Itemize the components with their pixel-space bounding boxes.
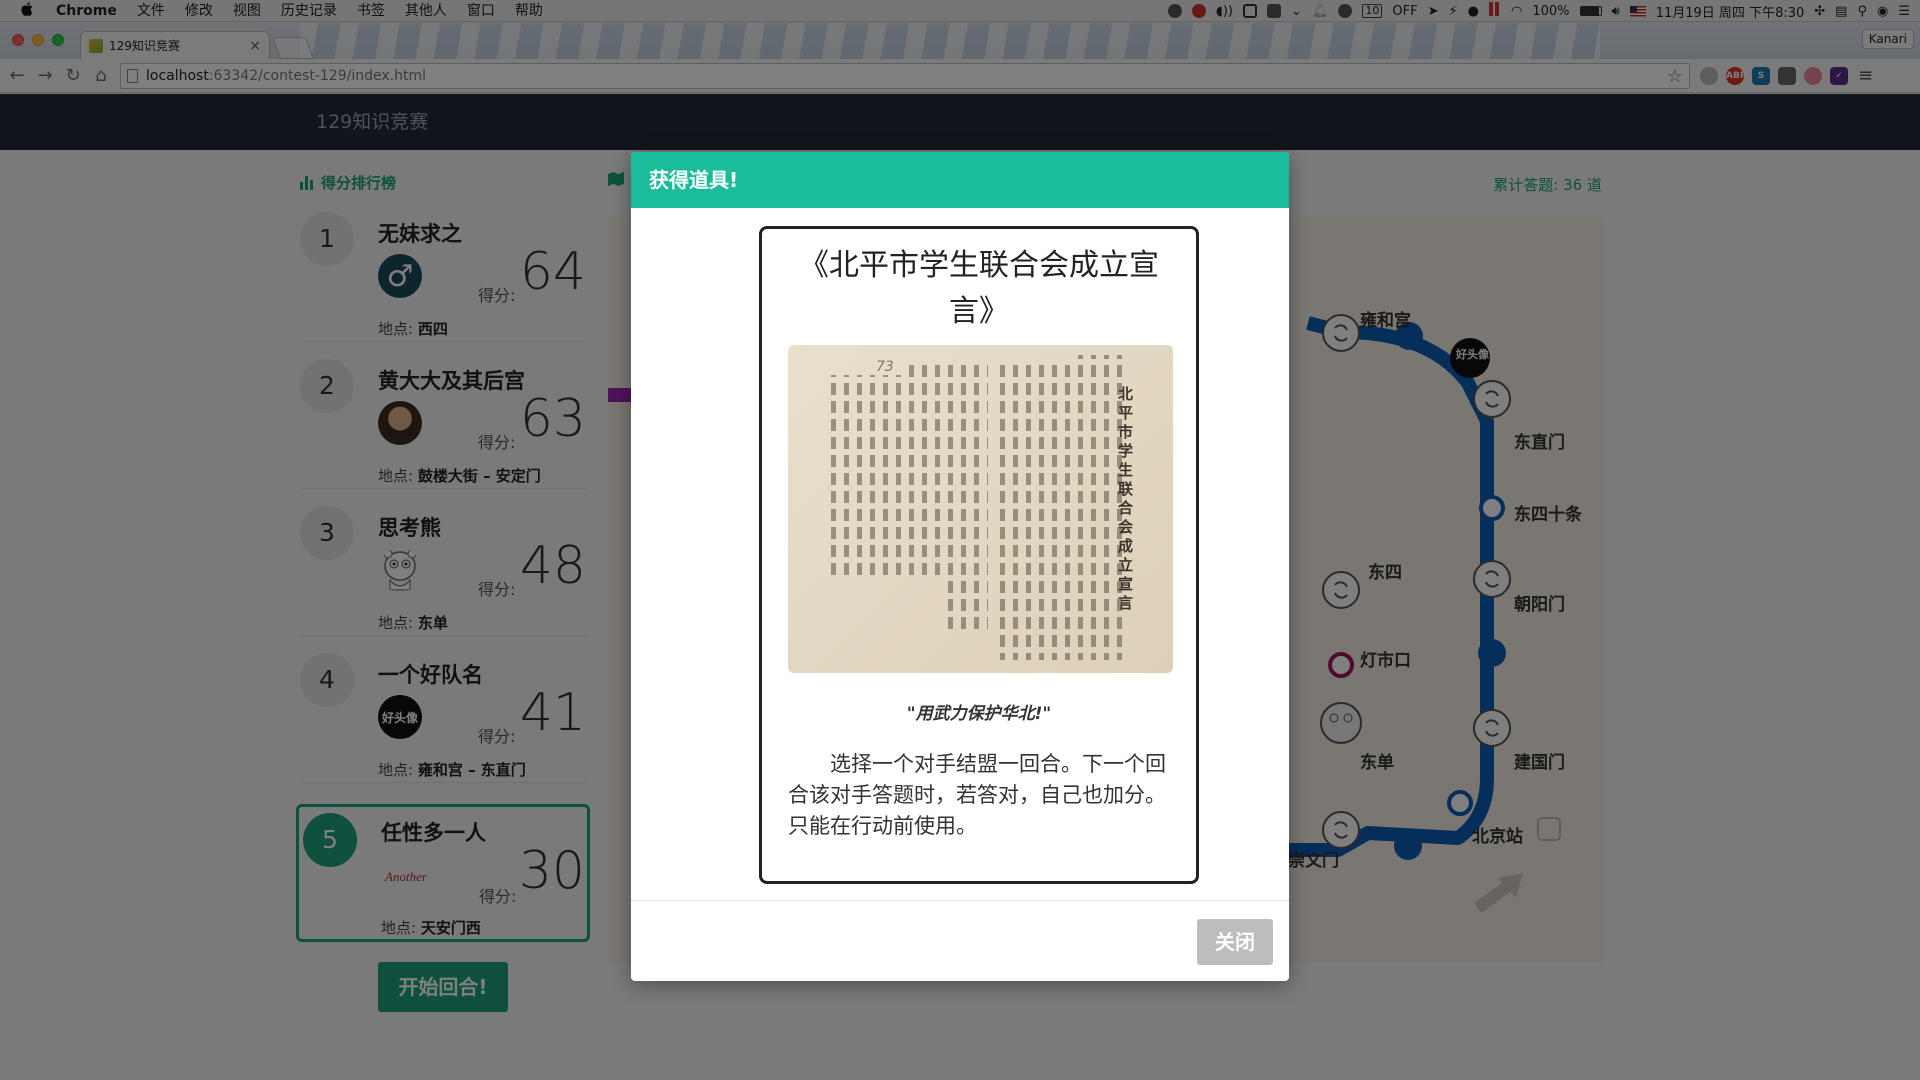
close-button[interactable]: 关闭 [1197,919,1273,965]
document-number: 73 [876,359,894,375]
document-heading: 北平市学生联合会成立宣言 [1118,385,1134,612]
item-title: 《北平市学生联合会成立宣言》 [799,248,1159,329]
modal-title: 获得道具! [631,152,1289,208]
item-obtained-modal: 获得道具! 《北平市学生联合会成立宣言》 73 北平市学生联合会成立宣言 "用武… [631,152,1289,981]
item-card: 《北平市学生联合会成立宣言》 73 北平市学生联合会成立宣言 "用武力保护华北!… [759,226,1199,884]
document-image: 73 北平市学生联合会成立宣言 [788,345,1173,673]
modal-footer: 关闭 [631,900,1289,981]
item-description: 选择一个对手结盟一回合。下一个回合该对手答题时，若答对，自己也加分。只能在行动前… [788,752,1166,838]
item-quote: "用武力保护华北!" [906,704,1052,724]
